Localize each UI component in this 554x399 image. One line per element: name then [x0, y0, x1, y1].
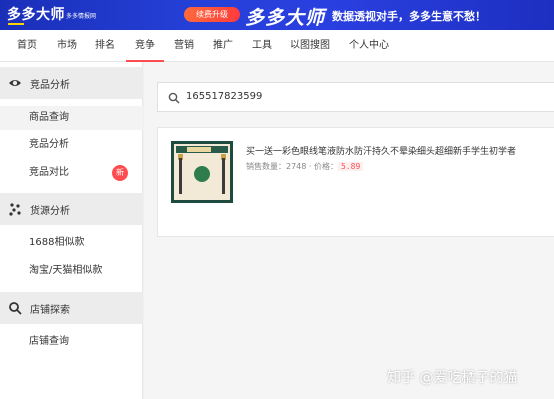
nav-item-tools[interactable]: 工具	[243, 30, 281, 62]
top-banner: 多多大师 多多情报网 续费升级 多多大师 数据透视对手，多多生意不愁！	[0, 0, 554, 30]
product-seal-icon	[194, 166, 210, 182]
nav-item-marketing[interactable]: 营销	[165, 30, 203, 62]
product-search-input[interactable]: 165517823599	[157, 82, 554, 112]
sidebar-item-shop-query[interactable]: 店铺查询	[0, 330, 143, 354]
sidebar-item-product-query[interactable]: 商品查询	[0, 106, 143, 130]
logo-underline	[8, 23, 24, 25]
banner-brand-text: 多多大师	[245, 7, 326, 29]
sidebar-item-1688-similar[interactable]: 1688相似款	[0, 231, 143, 255]
nav-item-ranking[interactable]: 排名	[86, 30, 124, 62]
product-meta: 销售数量：2748 · 价格： 5.89	[246, 161, 364, 172]
nav-item-image-search[interactable]: 以图搜图	[282, 30, 338, 62]
price-value: 5.89	[338, 162, 364, 171]
search-value: 165517823599	[186, 91, 263, 102]
search-icon	[168, 92, 180, 104]
nav-item-promotion[interactable]: 推广	[204, 30, 242, 62]
search-icon	[9, 302, 22, 315]
brand-subtitle: 多多情报网	[66, 13, 97, 20]
sidebar-section-competitor-analysis[interactable]: 竞品分析	[0, 67, 143, 99]
sales-label: 销售数量：	[246, 162, 286, 171]
sidebar-item-taobao-similar[interactable]: 淘宝/天猫相似款	[0, 259, 143, 283]
nav-item-profile[interactable]: 个人中心	[342, 30, 396, 62]
sales-value: 2748	[286, 162, 307, 171]
main-nav: 首页 市场 排名 竞争 营销 推广 工具 以图搜图 个人中心	[0, 30, 554, 62]
eye-icon	[9, 80, 21, 86]
main-content: 165517823599 买一送一彩色眼线笔液防水防汗持久不晕染细头超细新手学生…	[144, 62, 554, 399]
product-image[interactable]	[171, 141, 233, 203]
nav-item-market[interactable]: 市场	[48, 30, 86, 62]
sidebar-section-supply-analysis[interactable]: 货源分析	[0, 193, 143, 225]
sidebar-section-title: 店铺探索	[30, 305, 70, 316]
sidebar-section-title: 竞品分析	[30, 80, 70, 91]
product-title[interactable]: 买一送一彩色眼线笔液防水防汗持久不晕染细头超细新手学生初学者	[246, 144, 516, 157]
nav-item-home[interactable]: 首页	[8, 30, 46, 62]
banner-slogan: 数据透视对手，多多生意不愁！	[332, 10, 486, 23]
sidebar-item-competitor-analysis[interactable]: 竞品分析	[0, 133, 143, 157]
watermark: 知乎 @爱吃橘子的猫	[387, 370, 518, 386]
nav-item-competition[interactable]: 竞争	[126, 30, 164, 62]
cluster-icon	[9, 203, 21, 216]
brand-logo[interactable]: 多多大师	[7, 4, 65, 24]
product-card[interactable]: 买一送一彩色眼线笔液防水防汗持久不晕染细头超细新手学生初学者 销售数量：2748…	[157, 127, 554, 237]
sidebar: 竞品分析 商品查询 竞品分析 竞品对比 新 货源分析 1688相似款 淘宝/天猫…	[0, 62, 143, 399]
new-badge: 新	[112, 165, 128, 181]
sidebar-section-shop-explore[interactable]: 店铺探索	[0, 292, 143, 324]
upgrade-button[interactable]: 续费升级	[184, 7, 240, 22]
meta-separator: ·	[308, 162, 312, 171]
price-label: 价格：	[314, 162, 338, 171]
sidebar-section-title: 货源分析	[30, 206, 70, 217]
